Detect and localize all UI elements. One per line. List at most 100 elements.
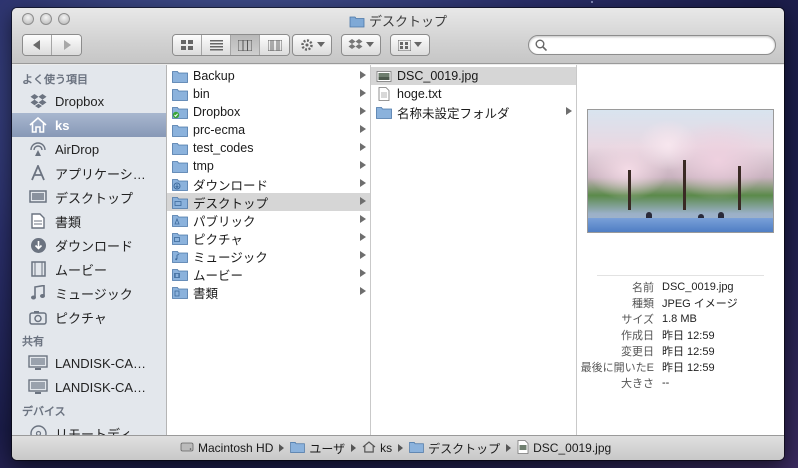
sidebar-item[interactable]: リモートディ…	[12, 421, 166, 435]
file-row[interactable]: デスクトップ	[167, 193, 370, 211]
file-row[interactable]: Dropbox	[167, 103, 370, 121]
file-row[interactable]: ピクチャ	[167, 229, 370, 247]
sidebar-item[interactable]: 書類	[12, 209, 166, 233]
file-row[interactable]: bin	[167, 85, 370, 103]
info-key: 作成日	[577, 327, 660, 343]
path-crumb[interactable]: DSC_0019.jpg	[517, 440, 611, 457]
file-row[interactable]: tmp	[167, 157, 370, 175]
file-name: 書類	[193, 283, 218, 302]
info-value: 昨日 12:59	[660, 359, 715, 375]
sidebar-item[interactable]: ダウンロード	[12, 233, 166, 257]
sidebar-item[interactable]: ミュージック	[12, 281, 166, 305]
path-crumb[interactable]: Macintosh HD	[180, 441, 273, 456]
file-name: デスクトップ	[193, 193, 268, 212]
sidebar-item[interactable]: ks	[12, 113, 166, 137]
path-bar: Macintosh HD ユーザ ks デスクトップ DSC_0019.jpg	[12, 435, 784, 460]
sidebar-item-label: 書類	[55, 212, 81, 231]
desktop-icon	[28, 188, 48, 206]
window-title: デスクトップ	[369, 11, 447, 30]
info-row: サイズ 1.8 MB	[577, 311, 784, 327]
file-row[interactable]: prc-ecma	[167, 121, 370, 139]
sidebar-item[interactable]: ピクチャ	[12, 305, 166, 329]
dropbox-menu-button[interactable]	[341, 34, 381, 56]
preview-pane: 名前 DSC_0019.jpg 種類 JPEG イメージ サイズ 1.8 MB 作成日 昨日 …	[577, 65, 784, 435]
home-icon	[28, 116, 48, 134]
file-row[interactable]: hoge.txt	[371, 85, 576, 103]
folder-icon	[375, 104, 393, 120]
file-row[interactable]: パブリック	[167, 211, 370, 229]
path-crumb-label: デスクトップ	[428, 440, 500, 457]
search-field[interactable]	[528, 35, 776, 55]
sidebar-item-label: ミュージック	[55, 284, 133, 303]
file-name: Backup	[193, 69, 235, 83]
info-key: 名前	[577, 279, 660, 295]
sidebar-item[interactable]: デスクトップ	[12, 185, 166, 209]
folder-icon	[349, 13, 365, 28]
path-crumb[interactable]: デスクトップ	[409, 440, 500, 457]
forward-button[interactable]	[52, 35, 81, 55]
arrange-menu-button[interactable]	[390, 34, 430, 56]
network-computer-icon	[28, 378, 48, 396]
file-row[interactable]: 名称未設定フォルダ	[371, 103, 576, 121]
dropbox-icon	[28, 92, 48, 110]
file-name: ピクチャ	[193, 229, 243, 248]
folder-icon	[171, 68, 189, 84]
back-forward-control	[22, 34, 82, 56]
file-name: 名称未設定フォルダ	[397, 103, 510, 122]
desktop-folder-icon	[171, 194, 189, 210]
info-value: 昨日 12:59	[660, 343, 715, 359]
list-view-icon	[210, 40, 223, 51]
sidebar-item[interactable]: AirDrop	[12, 137, 166, 161]
sidebar-item[interactable]: ムービー	[12, 257, 166, 281]
disclosure-arrow-icon	[360, 251, 366, 259]
info-row: 大きさ --	[577, 375, 784, 391]
image-thumbnail	[587, 109, 774, 233]
column-home: Backup bin Dropbox prc-ecma test_codes tmp ダウン…	[167, 65, 371, 435]
column-view-icon	[238, 40, 252, 51]
column-view-button[interactable]	[231, 35, 260, 55]
info-row: 名前 DSC_0019.jpg	[577, 279, 784, 295]
search-icon	[535, 39, 547, 51]
disclosure-arrow-icon	[360, 161, 366, 169]
disclosure-arrow-icon	[360, 107, 366, 115]
folder-icon	[171, 140, 189, 156]
sidebar-item[interactable]: LANDISK-CA…	[12, 375, 166, 399]
file-row[interactable]: DSC_0019.jpg	[371, 67, 576, 85]
forward-arrow-icon	[63, 40, 71, 50]
info-row: 変更日 昨日 12:59	[577, 343, 784, 359]
file-row[interactable]: Backup	[167, 67, 370, 85]
path-crumb[interactable]: ユーザ	[290, 440, 345, 457]
disclosure-arrow-icon	[360, 233, 366, 241]
sidebar-section-header: デバイス	[12, 399, 166, 421]
icon-view-button[interactable]	[173, 35, 202, 55]
folder-icon	[171, 86, 189, 102]
path-crumb[interactable]: ks	[362, 441, 392, 456]
info-key: 種類	[577, 295, 660, 311]
sidebar-item[interactable]: アプリケーシ…	[12, 161, 166, 185]
disclosure-arrow-icon	[360, 287, 366, 295]
sidebar-item[interactable]: Dropbox	[12, 89, 166, 113]
file-row[interactable]: ミュージック	[167, 247, 370, 265]
file-name: prc-ecma	[193, 123, 245, 137]
sidebar-item-label: Dropbox	[55, 94, 104, 109]
sidebar-item[interactable]: LANDISK-CA…	[12, 351, 166, 375]
info-key: 大きさ	[577, 375, 660, 391]
info-key: サイズ	[577, 311, 660, 327]
file-row[interactable]: ダウンロード	[167, 175, 370, 193]
coverflow-view-button[interactable]	[260, 35, 289, 55]
remote-disc-icon	[28, 424, 48, 435]
chevron-down-icon	[414, 42, 422, 48]
back-button[interactable]	[23, 35, 52, 55]
home-icon	[362, 441, 376, 456]
sidebar-item-label: ks	[55, 118, 69, 133]
file-row[interactable]: ムービー	[167, 265, 370, 283]
search-input[interactable]	[551, 38, 775, 52]
sidebar-item-label: LANDISK-CA…	[55, 356, 146, 371]
arrange-icon	[398, 40, 411, 51]
action-menu-button[interactable]	[292, 34, 332, 56]
list-view-button[interactable]	[202, 35, 231, 55]
file-row[interactable]: test_codes	[167, 139, 370, 157]
network-computer-icon	[28, 354, 48, 372]
file-row[interactable]: 書類	[167, 283, 370, 301]
sidebar-item-label: ムービー	[55, 260, 107, 279]
